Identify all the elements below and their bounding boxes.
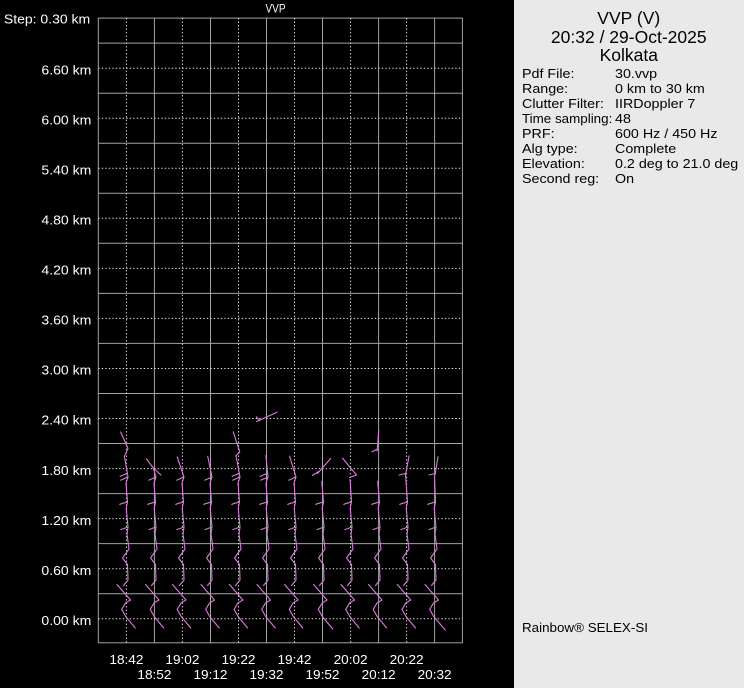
svg-text:4.20 km: 4.20 km <box>41 263 91 278</box>
svg-text:1.20 km: 1.20 km <box>41 513 91 528</box>
svg-text:Step: 0.30 km: Step: 0.30 km <box>4 11 90 26</box>
svg-text:4.80 km: 4.80 km <box>41 213 91 228</box>
svg-text:5.40 km: 5.40 km <box>41 163 91 178</box>
svg-text:19:32: 19:32 <box>250 667 284 682</box>
svg-text:2.40 km: 2.40 km <box>41 413 91 428</box>
svg-text:20:12: 20:12 <box>362 667 396 682</box>
svg-text:19:02: 19:02 <box>165 652 199 667</box>
svg-text:3.00 km: 3.00 km <box>41 363 91 378</box>
svg-text:1.80 km: 1.80 km <box>41 463 91 478</box>
svg-text:VVP: VVP <box>266 4 286 16</box>
svg-text:6.60 km: 6.60 km <box>41 62 91 77</box>
svg-text:0.00 km: 0.00 km <box>41 613 91 628</box>
svg-text:18:52: 18:52 <box>137 667 171 682</box>
svg-text:3.60 km: 3.60 km <box>41 313 91 328</box>
svg-text:19:12: 19:12 <box>194 667 228 682</box>
svg-text:18:42: 18:42 <box>109 652 143 667</box>
svg-text:19:42: 19:42 <box>278 652 312 667</box>
svg-text:6.00 km: 6.00 km <box>41 113 91 128</box>
svg-text:20:22: 20:22 <box>390 652 424 667</box>
svg-text:20:32: 20:32 <box>418 667 452 682</box>
svg-text:20:02: 20:02 <box>334 652 368 667</box>
svg-text:19:22: 19:22 <box>222 652 256 667</box>
svg-text:19:52: 19:52 <box>306 667 340 682</box>
svg-text:0.60 km: 0.60 km <box>41 563 91 578</box>
